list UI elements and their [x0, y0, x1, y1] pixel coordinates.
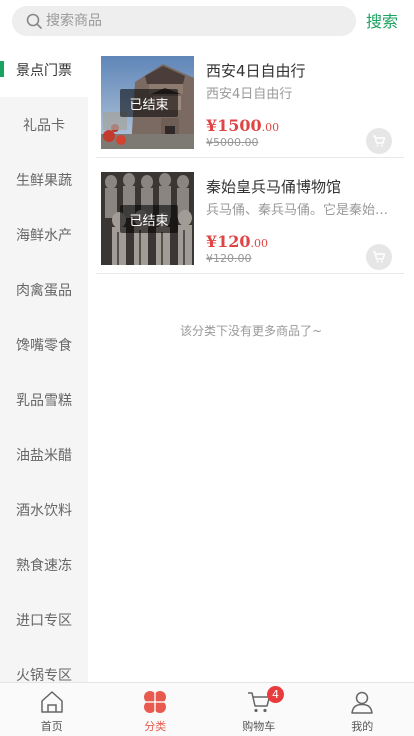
tab-category[interactable]: 分类	[104, 683, 208, 736]
product-list: 已结束 西安4日自由行 西安4日自由行 ¥1500.00 ¥5000.00 已结…	[88, 42, 414, 682]
end-of-list-note: 该分类下没有更多商品了~	[179, 324, 323, 338]
product-subtitle: 兵马俑、秦兵马俑。它是秦始皇陵的一部分	[206, 203, 392, 218]
cart-icon	[373, 135, 386, 147]
tab-label: 分类	[144, 720, 167, 733]
sidebar-item-snacks[interactable]: 馋嘴零食	[0, 317, 88, 372]
sidebar-item-tickets[interactable]: 景点门票	[0, 42, 88, 97]
sidebar-item-fresh-produce[interactable]: 生鲜果蔬	[0, 152, 88, 207]
product-price: ¥1500.00	[206, 116, 279, 135]
cart-count-badge: 4	[267, 686, 284, 703]
sidebar-item-seafood[interactable]: 海鲜水产	[0, 207, 88, 262]
price-integer: ¥120	[206, 232, 251, 251]
ended-label: 已结束	[120, 89, 178, 117]
sidebar-item-drinks[interactable]: 酒水饮料	[0, 482, 88, 537]
tab-home[interactable]: 首页	[0, 683, 104, 736]
product-original-price: ¥5000.00	[206, 136, 259, 149]
tab-cart[interactable]: 4 购物车	[207, 683, 311, 736]
product-image-city-gate[interactable]: 已结束	[101, 56, 194, 149]
bottom-tab-bar: 首页 分类 4 购物车 我的	[0, 682, 414, 736]
search-input[interactable]	[46, 6, 346, 36]
sidebar-item-condiments[interactable]: 油盐米醋	[0, 427, 88, 482]
category-icon	[144, 691, 167, 713]
cart-icon	[373, 251, 386, 263]
product-price: ¥120.00	[206, 232, 268, 251]
product-title[interactable]: 秦始皇兵马俑博物馆	[206, 176, 396, 197]
sidebar-item-frozen[interactable]: 熟食速冻	[0, 537, 88, 592]
product-subtitle: 西安4日自由行	[206, 87, 293, 102]
sidebar-item-dairy[interactable]: 乳品雪糕	[0, 372, 88, 427]
sidebar-item-meat-eggs[interactable]: 肉禽蛋品	[0, 262, 88, 317]
home-icon	[41, 691, 63, 713]
product-card[interactable]: 已结束 西安4日自由行 西安4日自由行 ¥1500.00 ¥5000.00	[96, 42, 404, 158]
add-to-cart-button[interactable]	[366, 244, 392, 270]
category-sidebar: 景点门票 礼品卡 生鲜果蔬 海鲜水产 肉禽蛋品 馋嘴零食 乳品雪糕 油盐米醋 酒…	[0, 42, 88, 682]
add-to-cart-button[interactable]	[366, 128, 392, 154]
product-original-price: ¥120.00	[206, 252, 252, 265]
search-box[interactable]	[12, 6, 356, 36]
product-image-terracotta-warriors[interactable]: 已结束	[101, 172, 194, 265]
product-title[interactable]: 西安4日自由行	[206, 60, 396, 81]
search-button[interactable]: 搜索	[366, 8, 398, 32]
sidebar-item-gift-cards[interactable]: 礼品卡	[0, 97, 88, 152]
tab-label: 首页	[40, 720, 63, 733]
sidebar-item-imports[interactable]: 进口专区	[0, 592, 88, 647]
tab-label: 我的	[351, 720, 374, 733]
user-icon	[351, 691, 373, 714]
sidebar-item-hotpot[interactable]: 火锅专区	[0, 647, 88, 683]
tab-profile[interactable]: 我的	[311, 683, 414, 736]
ended-label: 已结束	[120, 205, 178, 233]
tab-label: 购物车	[242, 720, 276, 733]
search-icon	[26, 13, 42, 29]
price-integer: ¥1500	[206, 116, 262, 135]
product-card[interactable]: 已结束 秦始皇兵马俑博物馆 兵马俑、秦兵马俑。它是秦始皇陵的一部分 ¥120.0…	[96, 158, 404, 274]
price-decimal: .00	[250, 237, 269, 250]
top-bar: 搜索	[0, 0, 414, 42]
price-decimal: .00	[261, 121, 280, 134]
